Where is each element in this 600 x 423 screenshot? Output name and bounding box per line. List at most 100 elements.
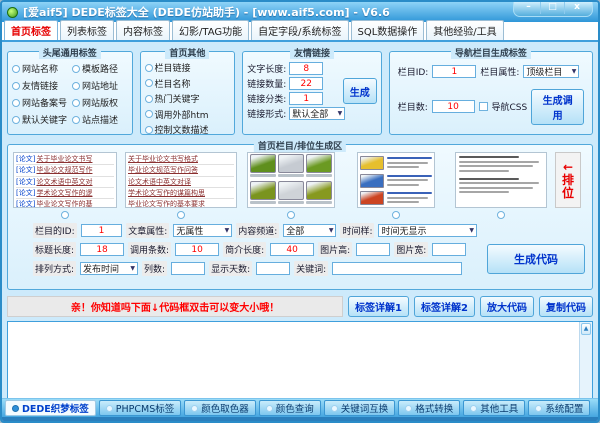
tab-bullet-icon xyxy=(191,405,198,412)
radio-label: 友情链接 xyxy=(22,79,58,92)
radio-icon xyxy=(12,65,20,73)
article-link[interactable]: [论文]毕业论文写作的基 xyxy=(16,199,114,208)
generate-friend-links-button[interactable]: 生成 xyxy=(343,78,377,104)
bottom-tab-PHPCMS标签[interactable]: PHPCMS标签 xyxy=(99,400,181,416)
radio-option-栏目链接[interactable]: 栏目链接 xyxy=(145,61,231,74)
bottom-tab-格式转换[interactable]: 格式转换 xyxy=(398,400,460,416)
column-of-id-input[interactable]: 1 xyxy=(81,224,123,237)
article-attr-select[interactable]: 无属性 ▼ xyxy=(173,224,232,237)
tab-幻影/TAG功能[interactable]: 幻影/TAG功能 xyxy=(172,20,249,40)
close-button[interactable]: x xyxy=(565,2,589,14)
desc-length-label: 简介长度: xyxy=(223,242,266,257)
image-height-input[interactable] xyxy=(356,243,390,256)
radio-option-站点描述[interactable]: 站点描述 xyxy=(72,113,128,126)
bottom-tab-颜色查询[interactable]: 颜色查询 xyxy=(259,400,321,416)
title-bar[interactable]: [爱aif5] DEDE标签大全 (DEDE仿站助手) - [www.aif5.… xyxy=(2,2,598,22)
bottom-tab-颜色取色器[interactable]: 颜色取色器 xyxy=(184,400,256,416)
bottom-tab-其他工具[interactable]: 其他工具 xyxy=(463,400,525,416)
column-count-input[interactable]: 10 xyxy=(432,100,475,113)
article-link[interactable]: 毕业论文写作的基本要求 xyxy=(128,199,234,208)
article-link[interactable]: 毕业论文规范写作问答 xyxy=(128,165,234,176)
radio-icon xyxy=(145,64,153,72)
text-line xyxy=(387,197,428,199)
radio-option-模板路径[interactable]: 模板路径 xyxy=(72,62,128,75)
minimize-button[interactable]: – xyxy=(517,2,541,14)
radio-option-控制文数描述[interactable]: 控制文数描述 xyxy=(145,123,231,136)
radio-option-栏目名称[interactable]: 栏目名称 xyxy=(145,77,231,90)
order-select[interactable]: 发布时间 ▼ xyxy=(80,262,138,275)
article-link[interactable]: [论文]关于毕业论文书写 xyxy=(16,154,114,165)
link-type-select[interactable]: 默认全部 ▼ xyxy=(289,107,345,120)
radio-icon xyxy=(145,110,153,118)
thumbnail-caption xyxy=(306,174,332,177)
field-input[interactable]: 8 xyxy=(289,62,323,75)
time-style-select[interactable]: 时间无显示 ▼ xyxy=(378,224,477,237)
radio-option-热门关键字[interactable]: 热门关键字 xyxy=(145,92,231,105)
radio-label: 网站版权 xyxy=(82,96,118,109)
car-thumbnail xyxy=(278,181,304,206)
button-放大代码[interactable]: 放大代码 xyxy=(480,296,534,317)
radio-option-网站地址[interactable]: 网站地址 xyxy=(72,79,128,92)
article-title: 关于毕业论文书写 xyxy=(36,155,92,163)
call-rows-input[interactable]: 10 xyxy=(175,243,219,256)
article-link[interactable]: [论文]学术论文写作的逻 xyxy=(16,188,114,199)
bottom-tab-DEDE织梦标签[interactable]: DEDE织梦标签 xyxy=(5,400,96,416)
code-output[interactable] xyxy=(8,322,592,406)
article-link[interactable]: [论文]毕业论文规范写作 xyxy=(16,165,114,176)
nav-css-checkbox[interactable] xyxy=(479,102,488,111)
show-days-input[interactable] xyxy=(256,262,290,275)
style-1-radio[interactable] xyxy=(61,211,69,219)
column-attr-select[interactable]: 顶级栏目 ▼ xyxy=(523,65,579,78)
style-2-radio[interactable] xyxy=(177,211,185,219)
radio-option-友情链接[interactable]: 友情链接 xyxy=(12,79,70,92)
article-link[interactable]: 论文术语中英文对译 xyxy=(128,177,234,188)
tab-SQL数据操作[interactable]: SQL数据操作 xyxy=(351,20,425,40)
field-input[interactable]: 22 xyxy=(289,77,323,90)
content-channel-select[interactable]: 全部 ▼ xyxy=(283,224,336,237)
chevron-down-icon: ▼ xyxy=(572,68,577,75)
tab-自定字段/系统标签[interactable]: 自定字段/系统标签 xyxy=(251,20,348,40)
radio-option-调用外部htm[interactable]: 调用外部htm xyxy=(145,108,231,121)
text-lines xyxy=(387,174,432,189)
tab-首页标签[interactable]: 首页标签 xyxy=(4,20,58,40)
button-标签详解1[interactable]: 标签详解1 xyxy=(348,296,409,317)
car-image xyxy=(278,154,304,173)
radio-option-默认关键字[interactable]: 默认关键字 xyxy=(12,113,70,126)
maximize-button[interactable]: □ xyxy=(541,2,565,14)
article-link[interactable]: [论文]论文术语中英文对 xyxy=(16,177,114,188)
generate-code-button[interactable]: 生成代码 xyxy=(487,244,585,274)
article-link[interactable]: 学术论文写作的谋篇构思 xyxy=(128,188,234,199)
text-line xyxy=(387,157,432,159)
style-3-radio[interactable] xyxy=(287,211,295,219)
radio-option-网站备案号[interactable]: 网站备案号 xyxy=(12,96,70,109)
style-4-radio[interactable] xyxy=(392,211,400,219)
article-link[interactable]: 关于毕业论文书写格式 xyxy=(128,154,234,165)
group-friend-links: 友情链接 文字长度:8链接数量:22链接分类:1 生成 链接形式: 默认全部 ▼ xyxy=(242,51,382,135)
desc-length-input[interactable]: 40 xyxy=(270,243,314,256)
field-input[interactable]: 1 xyxy=(289,92,323,105)
keyword-input[interactable] xyxy=(332,262,462,275)
time-style-value: 时间无显示 xyxy=(381,224,426,237)
scroll-up-icon[interactable]: ▲ xyxy=(581,323,591,335)
radio-option-网站版权[interactable]: 网站版权 xyxy=(72,96,128,109)
button-复制代码[interactable]: 复制代码 xyxy=(539,296,593,317)
button-标签详解2[interactable]: 标签详解2 xyxy=(414,296,475,317)
code-scrollbar[interactable]: ▲ xyxy=(579,322,592,406)
tab-bullet-icon xyxy=(331,405,338,412)
tab-其他经验/工具[interactable]: 其他经验/工具 xyxy=(426,20,503,40)
bottom-tab-label: 颜色查询 xyxy=(276,401,314,415)
tab-列表标签[interactable]: 列表标签 xyxy=(60,20,114,40)
radio-option-网站名称[interactable]: 网站名称 xyxy=(12,62,70,75)
title-length-input[interactable]: 18 xyxy=(80,243,124,256)
text-line xyxy=(387,192,432,194)
image-width-input[interactable] xyxy=(432,243,466,256)
generate-nav-call-button[interactable]: 生成调用 xyxy=(531,89,584,125)
bottom-tab-关键词互换[interactable]: 关键词互换 xyxy=(324,400,396,416)
columns-input[interactable] xyxy=(171,262,205,275)
radio-label: 网站地址 xyxy=(82,79,118,92)
style-5-radio[interactable] xyxy=(497,211,505,219)
tab-内容标签[interactable]: 内容标签 xyxy=(116,20,170,40)
bottom-tab-系统配置[interactable]: 系统配置 xyxy=(528,400,590,416)
article-title: 论文术语中英文对译 xyxy=(128,178,191,186)
column-id-input[interactable]: 1 xyxy=(432,65,476,78)
